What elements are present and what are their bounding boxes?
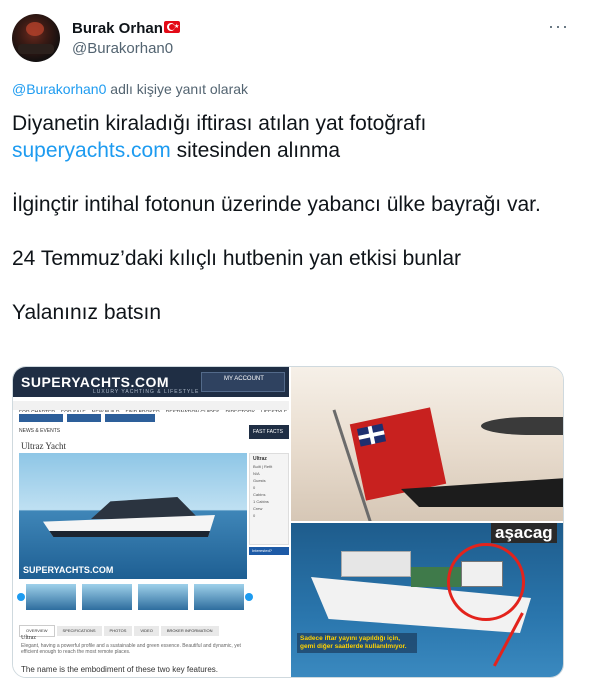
site-thumbnails	[17, 583, 253, 611]
site-tab: VIDEO	[134, 626, 159, 636]
turkey-flag-icon: ★	[164, 21, 180, 33]
site-facts-panel: Ultraz Built | Refit N/A Guests 0 Cabins…	[249, 453, 289, 545]
site-thumbnail	[25, 583, 77, 611]
tweet-text: Diyanetin kiraladığı iftirası atılan yat…	[12, 110, 572, 353]
website-screenshot-image[interactable]: SUPERYACHTS.COM LUXURY YACHTING & LIFEST…	[13, 367, 289, 677]
site-nav-item: NEWS & EVENTS	[19, 428, 61, 434]
site-panel-row: 1 Cabins	[253, 499, 269, 504]
site-tab: PHOTOS	[103, 626, 133, 636]
news-photo-image[interactable]: aşacag Sadece iftar yayını yapıldığı içi…	[291, 523, 563, 677]
superyachts-link[interactable]: superyachts.com	[12, 139, 171, 162]
site-panel-row: Built | Refit	[253, 464, 273, 469]
site-watermark: SUPERYACHTS.COM	[23, 565, 114, 575]
site-account-box: MY ACCOUNT	[201, 372, 285, 392]
site-panel-row: Crew	[253, 506, 263, 511]
site-account-label: MY ACCOUNT	[224, 376, 264, 382]
site-panel-row: 0	[253, 485, 256, 490]
site-thumbnail	[137, 583, 189, 611]
site-subnav	[13, 412, 289, 424]
site-tab: BROKER INFORMATION	[160, 626, 219, 636]
site-nav: FOR CHARTERFOR SALENEW BUILDFIND BROKERD…	[13, 401, 289, 434]
reply-context-suffix: adlı kişiye yanıt olarak	[106, 81, 249, 97]
site-tab: SPECIFICATIONS	[56, 626, 102, 636]
site-thumbnail	[193, 583, 245, 611]
tweet-line-1: Diyanetin kiraladığı iftirası atılan yat…	[12, 112, 427, 135]
site-subnav-pill	[19, 414, 63, 422]
site-thumbnail	[81, 583, 133, 611]
tweet: Burak Orhan ★ @Burakorhan0 ··· @Burakorh…	[0, 0, 600, 687]
site-description: Elegant, having a powerful profile and a…	[21, 643, 241, 655]
author-handle[interactable]: @Burakorhan0	[72, 40, 173, 57]
site-desc-title: Ultraz	[21, 635, 36, 641]
more-options-icon[interactable]: ···	[548, 16, 569, 37]
site-tabs: OVERVIEW SPECIFICATIONS PHOTOS VIDEO BROKER …	[19, 619, 251, 637]
tweet-paragraph-2: İlginçtir intihal fotonun üzerinde yaban…	[12, 193, 541, 216]
site-subnav-pill	[105, 414, 155, 422]
news-headline: aşacag	[491, 523, 557, 543]
tweet-line-1-suffix: sitesinden alınma	[170, 139, 340, 162]
red-ensign-flag-icon	[349, 407, 447, 501]
news-caption: Sadece iftar yayını yapıldığı için, gemi…	[297, 633, 417, 653]
tweet-paragraph-3: 24 Temmuz’daki kılıçlı hutbenin yan etki…	[12, 247, 462, 270]
site-panel-row: N/A	[253, 471, 260, 476]
site-panel-title: Ultraz	[253, 456, 267, 462]
site-panel-row: 0	[253, 513, 256, 518]
site-interested: Interested?	[249, 547, 289, 555]
tweet-media[interactable]: SUPERYACHTS.COM LUXURY YACHTING & LIFEST…	[12, 366, 564, 678]
tweet-paragraph-4: Yalanınız batsın	[12, 301, 162, 324]
site-tagline: LUXURY YACHTING & LIFESTYLE	[93, 389, 200, 395]
site-fast-facts: FAST FACTS	[249, 425, 289, 439]
reply-context: @Burakorhan0 adlı kişiye yanıt olarak	[12, 81, 248, 97]
site-next-arrow-icon	[245, 593, 253, 601]
reply-mention-link[interactable]: @Burakorhan0	[12, 81, 106, 97]
site-page-title: Ultraz Yacht	[21, 441, 66, 451]
site-hero-yacht-image: SUPERYACHTS.COM	[19, 453, 247, 579]
site-subnav-pill	[67, 414, 101, 422]
author-name[interactable]: Burak Orhan	[72, 20, 163, 37]
site-logo: SUPERYACHTS.COM	[21, 374, 170, 390]
highlight-circle	[447, 543, 525, 621]
flag-photo-image[interactable]	[291, 367, 563, 521]
site-embodiment-text: The name is the embodiment of these two …	[21, 665, 218, 674]
avatar[interactable]	[12, 14, 60, 62]
site-prev-arrow-icon	[17, 593, 25, 601]
site-panel-row: Guests	[253, 478, 266, 483]
tweet-paragraph-1: Diyanetin kiraladığı iftirası atılan yat…	[12, 110, 572, 164]
site-panel-row: Cabins	[253, 492, 266, 497]
